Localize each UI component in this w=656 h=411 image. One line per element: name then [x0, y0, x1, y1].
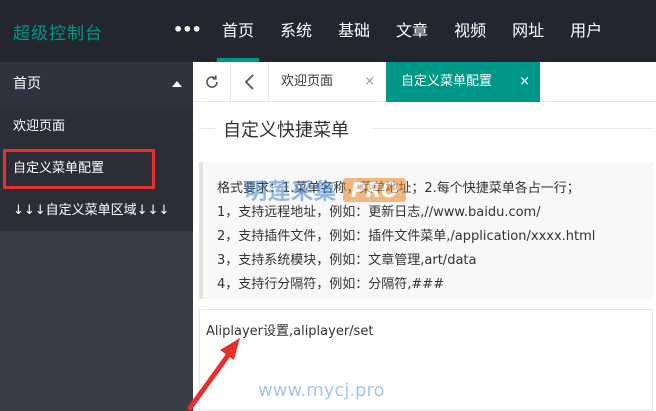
main-content: 自定义快捷菜单 格式要求：1.菜单名称，菜单地址；2.每个快捷菜单各占一行； 1…: [193, 102, 656, 411]
caret-up-icon: [172, 81, 182, 87]
fieldset-line-right: [373, 128, 653, 129]
sidebar-item-welcome[interactable]: 欢迎页面: [0, 107, 193, 147]
watermark-text: 明莲采集: [245, 180, 338, 205]
watermark-url: www.mycj.pro: [258, 380, 385, 401]
chevron-left-icon: [244, 74, 254, 90]
fieldset-line-left: [199, 128, 215, 129]
fieldset-legend: 自定义快捷菜单: [223, 120, 349, 141]
top-nav: 首页 系统 基础 文章 视频 网址 用户: [209, 0, 615, 62]
sidebar-group-label: 首页: [13, 76, 41, 92]
help-line: 2，支持插件文件，例如：插件文件菜单,/application/xxxx.htm…: [217, 229, 596, 244]
tab-bar: 欢迎页面 × 自定义菜单配置 ×: [193, 62, 656, 102]
app-logo[interactable]: 超级控制台: [13, 19, 103, 44]
help-line: 4，支持行分隔符，例如：分隔符,###: [217, 277, 445, 292]
tab-label: 自定义菜单配置: [401, 74, 493, 89]
tab-label: 欢迎页面: [281, 74, 334, 89]
tab-prev-button[interactable]: [231, 62, 269, 102]
more-menu-icon[interactable]: •••: [173, 20, 202, 39]
sidebar-list: 欢迎页面 自定义菜单配置 ↓↓↓自定义菜单区域↓↓↓: [0, 107, 193, 231]
nav-item-basic[interactable]: 基础: [325, 0, 383, 62]
nav-item-home[interactable]: 首页: [209, 0, 267, 62]
refresh-button[interactable]: [193, 62, 231, 102]
sidebar: 首页 欢迎页面 自定义菜单配置 ↓↓↓自定义菜单区域↓↓↓: [0, 62, 193, 411]
nav-item-user[interactable]: 用户: [557, 0, 615, 62]
close-icon[interactable]: ×: [364, 62, 375, 102]
sidebar-group-home[interactable]: 首页: [0, 62, 193, 107]
top-header: 超级控制台 ••• 首页 系统 基础 文章 视频 网址 用户: [0, 0, 656, 62]
watermark: 明莲采集 PRO: [245, 174, 407, 206]
sidebar-item-custom-menu-config[interactable]: 自定义菜单配置: [3, 149, 155, 189]
tab-custom-menu-config[interactable]: 自定义菜单配置 ×: [386, 62, 540, 102]
nav-item-url[interactable]: 网址: [499, 0, 557, 62]
refresh-icon: [205, 75, 218, 88]
nav-item-article[interactable]: 文章: [383, 0, 441, 62]
sidebar-item-custom-menu-area[interactable]: ↓↓↓自定义菜单区域↓↓↓: [0, 191, 193, 231]
close-icon[interactable]: ×: [519, 62, 530, 102]
nav-item-system[interactable]: 系统: [267, 0, 325, 62]
watermark-badge: PRO: [343, 178, 407, 202]
tab-welcome[interactable]: 欢迎页面 ×: [269, 62, 385, 102]
help-line: 3，支持系统模块，例如：文章管理,art/data: [217, 253, 477, 268]
annotation-arrow-icon: [187, 338, 240, 411]
nav-item-video[interactable]: 视频: [441, 0, 499, 62]
